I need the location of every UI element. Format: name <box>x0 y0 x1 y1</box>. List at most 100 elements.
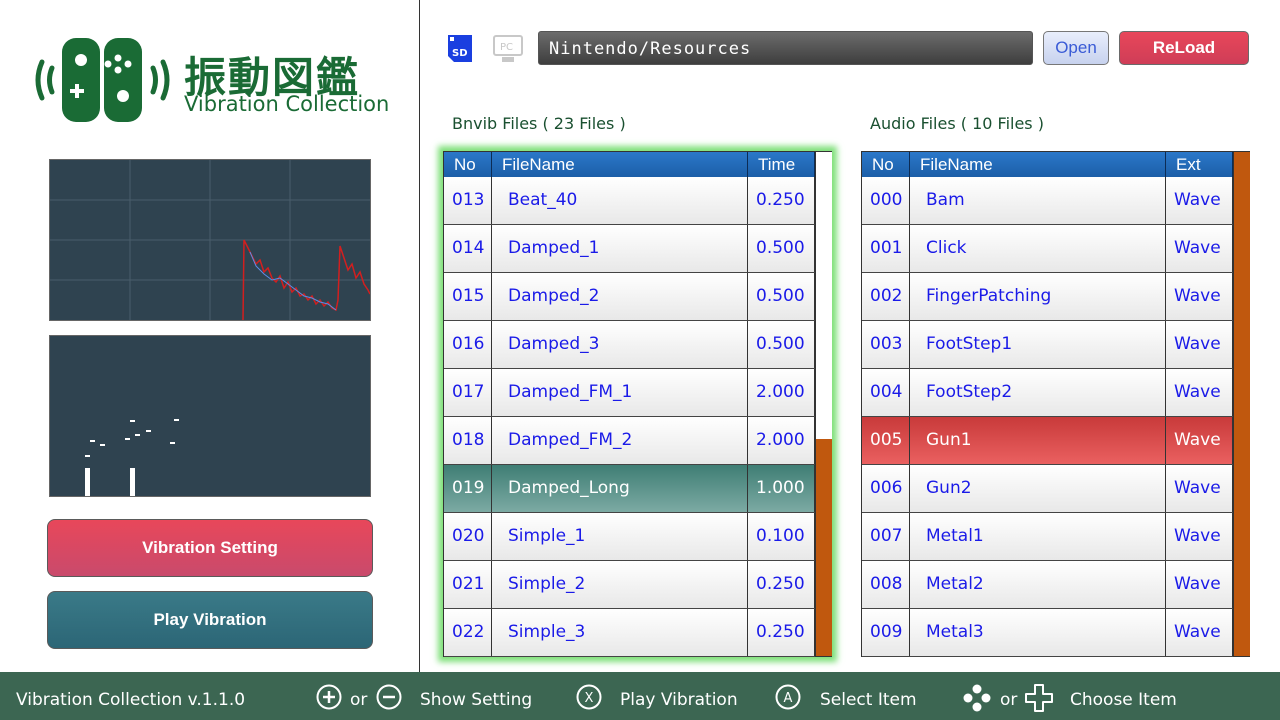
cell-ext: Wave <box>1166 369 1233 416</box>
column-header-ext: Ext <box>1166 152 1233 177</box>
table-row[interactable]: 015 Damped_2 0.500 <box>444 273 815 321</box>
cell-time: 2.000 <box>748 417 815 464</box>
table-row[interactable]: 004 FootStep2 Wave <box>862 369 1233 417</box>
bnvib-file-table[interactable]: No FileName Time 013 Beat_40 0.250 014 Dampe… <box>443 151 832 657</box>
sd-icon-text: SD <box>452 48 468 59</box>
cell-ext: Wave <box>1166 225 1233 272</box>
table-row[interactable]: 014 Damped_1 0.500 <box>444 225 815 273</box>
or-label: or <box>1000 690 1018 710</box>
audio-file-table[interactable]: No FileName Ext 000 Bam Wave 001 Click Wave 00… <box>861 151 1250 657</box>
cell-filename: Gun2 <box>910 465 1166 512</box>
cell-filename: Damped_1 <box>492 225 748 272</box>
cell-ext: Wave <box>1166 417 1233 464</box>
cell-filename: Simple_3 <box>492 609 748 656</box>
table-row[interactable]: 007 Metal1 Wave <box>862 513 1233 561</box>
path-field[interactable]: Nintendo/Resources <box>538 31 1033 65</box>
show-setting-hint: Show Setting <box>420 690 533 710</box>
or-label: or <box>350 690 368 710</box>
sd-card-icon[interactable]: SD <box>448 35 472 62</box>
face-buttons-icon <box>963 684 991 712</box>
table-header: No FileName Time <box>444 152 815 177</box>
cell-no: 016 <box>444 321 492 368</box>
audio-scroll-thumb[interactable] <box>1234 152 1250 656</box>
table-row[interactable]: 001 Click Wave <box>862 225 1233 273</box>
table-row[interactable]: 021 Simple_2 0.250 <box>444 561 815 609</box>
cell-filename: Damped_3 <box>492 321 748 368</box>
cell-no: 022 <box>444 609 492 656</box>
cell-ext: Wave <box>1166 609 1233 656</box>
choose-item-hint: Choose Item <box>1070 690 1177 710</box>
a-button-glyph: A <box>784 691 793 706</box>
table-row[interactable]: 020 Simple_1 0.100 <box>444 513 815 561</box>
cell-time: 0.250 <box>748 609 815 656</box>
cell-filename: Bam <box>910 177 1166 224</box>
bnvib-scrollbar[interactable] <box>815 152 832 656</box>
audio-scrollbar[interactable] <box>1233 152 1250 656</box>
cell-ext: Wave <box>1166 273 1233 320</box>
table-row[interactable]: 009 Metal3 Wave <box>862 609 1233 657</box>
cell-time: 0.250 <box>748 561 815 608</box>
minus-button-icon <box>376 684 402 710</box>
x-button-icon: X <box>576 684 602 710</box>
cell-time: 0.500 <box>748 273 815 320</box>
table-row[interactable]: 003 FootStep1 Wave <box>862 321 1233 369</box>
table-row[interactable]: 002 FingerPatching Wave <box>862 273 1233 321</box>
cell-no: 003 <box>862 321 910 368</box>
cell-filename: Beat_40 <box>492 177 748 224</box>
column-header-no: No <box>444 152 492 177</box>
frequency-plot <box>85 419 179 496</box>
cell-time: 0.500 <box>748 321 815 368</box>
cell-no: 006 <box>862 465 910 512</box>
cell-filename: Damped_FM_1 <box>492 369 748 416</box>
cell-no: 017 <box>444 369 492 416</box>
vibration-setting-button[interactable]: Vibration Setting <box>47 519 373 577</box>
table-row[interactable]: 005 Gun1 Wave <box>862 417 1233 465</box>
table-row[interactable]: 022 Simple_3 0.250 <box>444 609 815 657</box>
open-button[interactable]: Open <box>1043 31 1109 65</box>
waveform-graph <box>49 159 371 321</box>
cell-no: 004 <box>862 369 910 416</box>
cell-ext: Wave <box>1166 561 1233 608</box>
version-label: Vibration Collection v.1.1.0 <box>16 690 246 710</box>
table-row[interactable]: 018 Damped_FM_2 2.000 <box>444 417 815 465</box>
table-row[interactable]: 000 Bam Wave <box>862 177 1233 225</box>
cell-filename: Metal3 <box>910 609 1166 656</box>
cell-ext: Wave <box>1166 177 1233 224</box>
waveform-plot <box>50 160 370 320</box>
cell-no: 007 <box>862 513 910 560</box>
a-button-icon: A <box>775 684 801 710</box>
cell-filename: Click <box>910 225 1166 272</box>
play-vibration-button[interactable]: Play Vibration <box>47 591 373 649</box>
cell-ext: Wave <box>1166 321 1233 368</box>
cell-filename: Damped_2 <box>492 273 748 320</box>
table-row[interactable]: 017 Damped_FM_1 2.000 <box>444 369 815 417</box>
play-vibration-hint: Play Vibration <box>620 690 738 710</box>
cell-no: 005 <box>862 417 910 464</box>
table-row[interactable]: 008 Metal2 Wave <box>862 561 1233 609</box>
cell-no: 015 <box>444 273 492 320</box>
cell-filename: Gun1 <box>910 417 1166 464</box>
cell-ext: Wave <box>1166 513 1233 560</box>
cell-no: 000 <box>862 177 910 224</box>
app-root: 振動図鑑 Vibration Collection Vibration Sett… <box>0 0 1280 720</box>
pc-icon[interactable]: PC <box>492 35 524 63</box>
table-row[interactable]: 016 Damped_3 0.500 <box>444 321 815 369</box>
frequency-graph <box>49 335 371 497</box>
reload-button[interactable]: ReLoad <box>1119 31 1249 65</box>
cell-no: 001 <box>862 225 910 272</box>
cell-filename: Simple_2 <box>492 561 748 608</box>
cell-filename: Damped_Long <box>492 465 748 512</box>
x-button-glyph: X <box>585 691 594 706</box>
bnvib-scroll-thumb[interactable] <box>816 439 832 656</box>
table-row[interactable]: 019 Damped_Long 1.000 <box>444 465 815 513</box>
cell-no: 002 <box>862 273 910 320</box>
table-row[interactable]: 006 Gun2 Wave <box>862 465 1233 513</box>
cell-no: 021 <box>444 561 492 608</box>
column-header-no: No <box>862 152 910 177</box>
footer-bar: Vibration Collection v.1.1.0 or Show Set… <box>0 672 1280 720</box>
cell-filename: Simple_1 <box>492 513 748 560</box>
table-row[interactable]: 013 Beat_40 0.250 <box>444 177 815 225</box>
bnvib-table-body: 013 Beat_40 0.250 014 Damped_1 0.500 015 Damped… <box>444 177 815 657</box>
cell-filename: FootStep1 <box>910 321 1166 368</box>
cell-filename: FootStep2 <box>910 369 1166 416</box>
